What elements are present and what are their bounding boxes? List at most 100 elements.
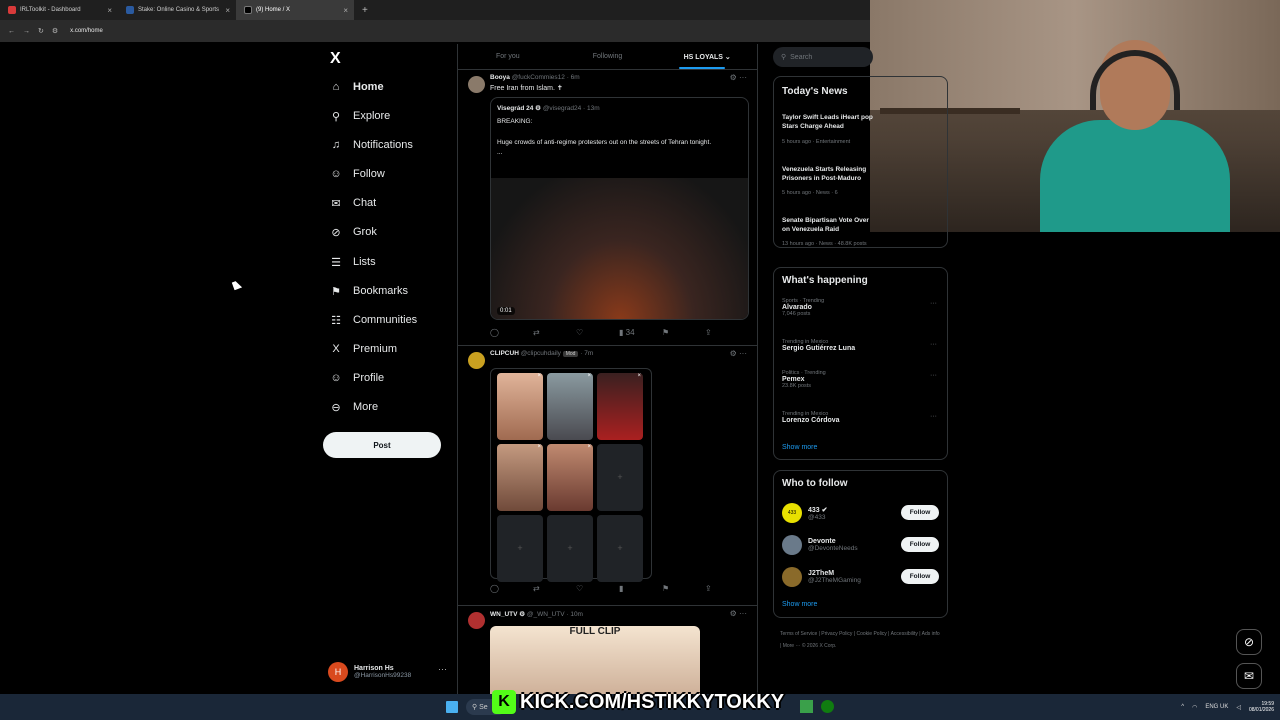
grid-image[interactable]: × bbox=[497, 444, 543, 511]
retweet-icon[interactable]: ⇄ bbox=[533, 584, 576, 593]
tweet-author[interactable]: Booya bbox=[490, 74, 510, 81]
x-logo-icon[interactable]: X bbox=[330, 50, 341, 68]
close-icon[interactable]: × bbox=[343, 6, 348, 15]
close-icon[interactable]: × bbox=[587, 373, 591, 379]
news-headline[interactable]: Venezuela Starts Releasing Prisoners in … bbox=[782, 165, 877, 183]
xbox-icon[interactable] bbox=[821, 700, 834, 713]
windows-start-icon[interactable] bbox=[446, 701, 458, 713]
more-horizontal-icon[interactable]: ··· bbox=[930, 300, 937, 307]
grid-image[interactable]: × bbox=[547, 444, 593, 511]
account-switcher[interactable]: H Harrison Hs @HarrisonHs99238 bbox=[328, 662, 411, 682]
search-input[interactable]: ⚲ Search bbox=[773, 47, 873, 67]
show-more-link[interactable]: Show more bbox=[782, 601, 817, 608]
bookmark-icon[interactable]: ⚑ bbox=[662, 328, 705, 337]
grid-slot-empty[interactable]: + bbox=[497, 515, 543, 582]
messages-float-icon[interactable]: ✉ bbox=[1236, 663, 1262, 689]
views-icon[interactable]: ▮ bbox=[619, 584, 662, 593]
follow-button[interactable]: Follow bbox=[901, 505, 939, 520]
close-icon[interactable]: × bbox=[637, 373, 641, 379]
browser-tab[interactable]: IRLToolkit - Dashboard × bbox=[0, 0, 118, 20]
tweet[interactable]: WN_UTV ⚙ @_WN_UTV · 10m ⚙ ··· FULL CLIP bbox=[458, 606, 757, 694]
browser-tab-active[interactable]: (9) Home / X × bbox=[236, 0, 354, 20]
nav-home[interactable]: ⌂ Home bbox=[329, 77, 384, 97]
chevron-up-icon[interactable]: ^ bbox=[1181, 704, 1184, 710]
close-icon[interactable]: × bbox=[537, 444, 541, 450]
trend-item[interactable]: Sports · Trending Alvarado 7,046 posts bbox=[782, 298, 824, 317]
trend-item[interactable]: Politics · Trending Pemex 23.8K posts bbox=[782, 370, 826, 389]
nav-bookmarks[interactable]: ⚑ Bookmarks bbox=[329, 281, 408, 301]
close-icon[interactable]: × bbox=[587, 444, 591, 450]
browser-tab[interactable]: Stake: Online Casino & Sports × bbox=[118, 0, 236, 20]
like-icon[interactable]: ♡ bbox=[576, 328, 619, 337]
nav-explore[interactable]: ⚲ Explore bbox=[329, 106, 390, 126]
nav-follow[interactable]: ☺ Follow bbox=[329, 164, 384, 184]
tweet[interactable]: CLIPCUH @clipcuhdaily Mod · 7m ⚙ ··· × ×… bbox=[458, 346, 757, 606]
more-horizontal-icon[interactable]: ⚙ ··· bbox=[730, 609, 747, 618]
minecraft-icon[interactable] bbox=[800, 700, 813, 713]
new-tab-button[interactable]: + bbox=[354, 5, 376, 16]
quoted-tweet[interactable]: Visegrád 24 ⚙ @visegrad24 · 13m BREAKING… bbox=[490, 97, 749, 320]
url-field[interactable]: x.com/home bbox=[70, 28, 103, 34]
trend-item[interactable]: Trending in Mexico Sergio Gutiérrez Luna bbox=[782, 339, 855, 352]
close-icon[interactable]: × bbox=[107, 6, 112, 15]
lang-indicator[interactable]: ENG UK bbox=[1205, 704, 1228, 710]
back-icon[interactable]: ← bbox=[8, 28, 15, 35]
close-icon[interactable]: × bbox=[225, 6, 230, 15]
tab-following[interactable]: Following bbox=[558, 44, 658, 69]
clock[interactable]: 19:59 08/01/2026 bbox=[1249, 701, 1274, 713]
nav-notifications[interactable]: ♫ Notifications bbox=[329, 135, 413, 155]
reload-icon[interactable]: ↻ bbox=[38, 27, 44, 35]
grid-image[interactable]: × bbox=[547, 373, 593, 440]
video-player[interactable]: 0:01 bbox=[491, 178, 748, 319]
tweet-author[interactable]: WN_UTV ⚙ bbox=[490, 611, 525, 618]
avatar[interactable] bbox=[468, 352, 485, 369]
tweet[interactable]: Booya @fuckCommies12 · 6m ⚙ ··· Free Ira… bbox=[458, 70, 757, 346]
tab-for-you[interactable]: For you bbox=[458, 44, 558, 69]
bookmark-icon[interactable]: ⚑ bbox=[662, 584, 705, 593]
follow-button[interactable]: Follow bbox=[901, 537, 939, 552]
news-headline[interactable]: Senate Bipartisan Vote Over on Venezuela… bbox=[782, 216, 877, 234]
site-info-icon[interactable]: ⚙ bbox=[52, 27, 58, 35]
more-horizontal-icon[interactable]: ⚙ ··· bbox=[730, 349, 747, 358]
like-icon[interactable]: ♡ bbox=[576, 584, 619, 593]
avatar[interactable] bbox=[468, 76, 485, 93]
nav-profile[interactable]: ☺ Profile bbox=[329, 368, 384, 388]
nav-premium[interactable]: X Premium bbox=[329, 339, 397, 359]
more-horizontal-icon[interactable]: ··· bbox=[438, 664, 447, 674]
grid-slot-empty[interactable]: + bbox=[597, 444, 643, 511]
post-button[interactable]: Post bbox=[323, 432, 441, 458]
share-icon[interactable]: ⇪ bbox=[705, 328, 748, 337]
more-horizontal-icon[interactable]: ··· bbox=[930, 413, 937, 420]
volume-icon[interactable]: ◁ bbox=[1236, 704, 1241, 711]
more-horizontal-icon[interactable]: ··· bbox=[930, 341, 937, 348]
suggested-account[interactable]: J2TheM @J2TheMGaming bbox=[782, 567, 861, 587]
suggested-account[interactable]: 433 433 ✔ @433 bbox=[782, 503, 828, 523]
more-horizontal-icon[interactable]: ⚙ ··· bbox=[730, 73, 747, 82]
video-thumbnail[interactable]: FULL CLIP bbox=[490, 626, 700, 694]
reply-icon[interactable]: ◯ bbox=[490, 328, 533, 337]
footer-links[interactable]: Terms of Service | Privacy Policy | Cook… bbox=[780, 628, 940, 652]
grid-slot-empty[interactable]: + bbox=[547, 515, 593, 582]
grid-image[interactable]: × bbox=[497, 373, 543, 440]
suggested-account[interactable]: Devonte @DevonteNeeds bbox=[782, 535, 858, 555]
avatar[interactable] bbox=[468, 612, 485, 629]
nav-chat[interactable]: ✉ Chat bbox=[329, 193, 376, 213]
forward-icon[interactable]: → bbox=[23, 28, 30, 35]
nav-more[interactable]: ⊖ More bbox=[329, 397, 378, 417]
close-icon[interactable]: × bbox=[537, 373, 541, 379]
news-headline[interactable]: Taylor Swift Leads iHeart pop Stars Char… bbox=[782, 113, 877, 131]
share-icon[interactable]: ⇪ bbox=[705, 584, 748, 593]
nav-lists[interactable]: ☰ Lists bbox=[329, 252, 376, 272]
show-more-link[interactable]: Show more bbox=[782, 444, 817, 451]
grok-float-icon[interactable]: ⊘ bbox=[1236, 629, 1262, 655]
follow-button[interactable]: Follow bbox=[901, 569, 939, 584]
nav-communities[interactable]: ☷ Communities bbox=[329, 310, 417, 330]
reply-icon[interactable]: ◯ bbox=[490, 584, 533, 593]
tab-hs-loyals[interactable]: HS LOYALS ⌄ bbox=[657, 44, 757, 69]
trend-item[interactable]: Trending in Mexico Lorenzo Córdova bbox=[782, 411, 840, 424]
tweet-author[interactable]: CLIPCUH bbox=[490, 350, 519, 357]
more-horizontal-icon[interactable]: ··· bbox=[930, 372, 937, 379]
nav-grok[interactable]: ⊘ Grok bbox=[329, 222, 376, 242]
grid-image[interactable]: × bbox=[597, 373, 643, 440]
retweet-icon[interactable]: ⇄ bbox=[533, 328, 576, 337]
